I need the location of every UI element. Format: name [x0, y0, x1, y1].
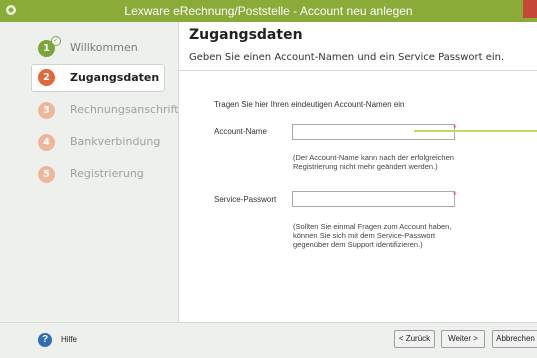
step-registrierung[interactable]: 5 Registrierung [0, 160, 178, 188]
step-label: Registrierung [70, 167, 144, 180]
intro-text: Tragen Sie hier Ihren eindeutigen Accoun… [214, 100, 405, 109]
step-rechnungsanschrift[interactable]: 3 Rechnungsanschrift [0, 96, 179, 124]
step-zugangsdaten[interactable]: 2 Zugangsdaten [31, 64, 165, 92]
callout-line [414, 130, 537, 132]
help-label[interactable]: Hilfe [61, 335, 77, 344]
step-label: Willkommen [70, 41, 138, 54]
step-number-5: 5 [38, 166, 55, 183]
account-name-hint: (Der Account-Name kann nach der erfolgre… [293, 153, 454, 171]
step-number-4: 4 [38, 134, 55, 151]
password-hint: (Sollten Sie einmal Fragen zum Account h… [293, 222, 451, 249]
back-button[interactable]: < Zurück [394, 330, 435, 348]
step-label: Bankverbindung [70, 135, 161, 148]
password-input[interactable] [292, 191, 455, 207]
account-name-input[interactable] [292, 124, 455, 140]
wizard-sidebar: 1 ✓ Willkommen 2 Zugangsdaten 3 Rechnung… [0, 22, 179, 322]
page-subtitle: Geben Sie einen Account-Namen und ein Se… [189, 52, 505, 63]
hint-line: gegenüber dem Support identifizieren.) [293, 240, 423, 249]
hint-line: (Der Account-Name kann nach der erfolgre… [293, 153, 454, 162]
close-button[interactable] [523, 0, 537, 18]
password-label: Service-Passwort [214, 195, 277, 204]
hint-line: Registrierung nicht mehr geändert werden… [293, 162, 438, 171]
step-willkommen[interactable]: 1 ✓ Willkommen [0, 34, 178, 62]
next-button[interactable]: Weiter > [441, 330, 485, 348]
check-icon: ✓ [51, 36, 61, 46]
account-name-label: Account-Name [214, 127, 267, 136]
step-number-2: 2 [38, 69, 55, 86]
form-area: Tragen Sie hier Ihren eindeutigen Accoun… [179, 71, 537, 322]
step-number-3: 3 [38, 102, 55, 119]
step-label: Zugangsdaten [70, 71, 160, 84]
window-title: Lexware eRechnung/Poststelle - Account n… [124, 4, 413, 18]
required-marker: * [453, 190, 457, 200]
step-label: Rechnungsanschrift [70, 103, 179, 116]
page-header: Zugangsdaten Geben Sie einen Account-Nam… [179, 22, 537, 71]
hint-line: können Sie sich mit dem Service-Passwort [293, 231, 436, 240]
window-titlebar: Lexware eRechnung/Poststelle - Account n… [0, 0, 537, 22]
footer-bar: ? Hilfe < Zurück Weiter > Abbrechen [0, 322, 537, 358]
page-title: Zugangsdaten [189, 27, 303, 43]
hint-line: (Sollten Sie einmal Fragen zum Account h… [293, 222, 452, 231]
cancel-button[interactable]: Abbrechen [492, 330, 537, 348]
step-bankverbindung[interactable]: 4 Bankverbindung [0, 128, 178, 156]
help-icon[interactable]: ? [38, 333, 52, 347]
